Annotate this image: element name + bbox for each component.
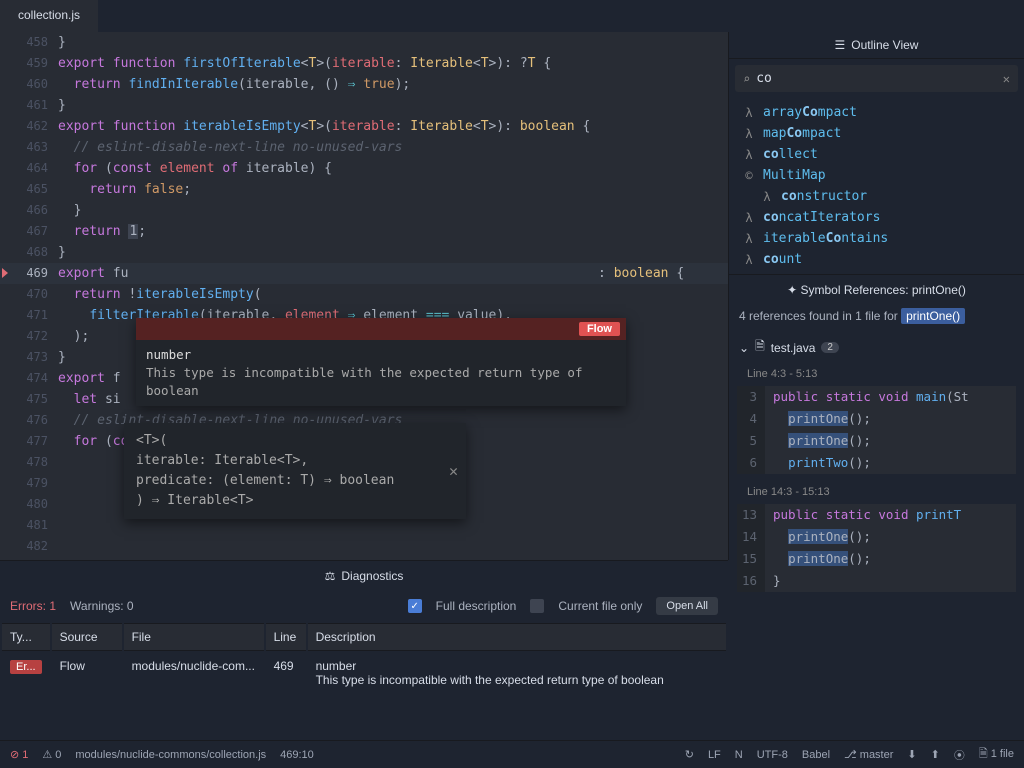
- status-encoding[interactable]: UTF-8: [757, 749, 788, 761]
- file-icon: 🗎: [755, 337, 765, 358]
- wand-icon: ✦: [787, 283, 797, 297]
- warnings-count[interactable]: Warnings: 0: [70, 599, 134, 613]
- refs-location[interactable]: Line 14:3 - 15:13: [729, 482, 1024, 502]
- pin-icon[interactable]: ⦿: [954, 747, 965, 763]
- status-errors[interactable]: ⊘ 1: [10, 748, 28, 761]
- refs-line[interactable]: 15 printOne();: [737, 548, 1016, 570]
- signature-hint: <T>( iterable: Iterable<T>, predicate: (…: [124, 423, 466, 519]
- outline-item[interactable]: λiterableContains: [729, 228, 1024, 249]
- open-all-button[interactable]: Open All: [656, 597, 718, 615]
- outline-item[interactable]: ©MultiMap: [729, 165, 1024, 186]
- git-branch[interactable]: ⎇ master: [844, 748, 893, 761]
- scales-icon: ⚖: [325, 569, 336, 583]
- status-n[interactable]: N: [735, 749, 743, 761]
- diagnostics-header: ⚖ Diagnostics: [0, 561, 728, 591]
- flyover-body: This type is incompatible with the expec…: [146, 364, 616, 400]
- close-icon[interactable]: ✕: [449, 461, 458, 481]
- search-icon: ⌕: [743, 72, 750, 86]
- flyover-title: number: [146, 346, 616, 364]
- refs-line[interactable]: 5 printOne();: [737, 430, 1016, 452]
- refs-line[interactable]: 14 printOne();: [737, 526, 1016, 548]
- table-row[interactable]: Er... Flow modules/nuclide-com... 469 nu…: [2, 653, 726, 693]
- outline-item[interactable]: λmapCompact: [729, 123, 1024, 144]
- refs-line[interactable]: 13public static void printT: [737, 504, 1016, 526]
- diagnostic-flyover: Flow number This type is incompatible wi…: [136, 318, 626, 406]
- fulldesc-checkbox[interactable]: ✓: [408, 599, 422, 613]
- errors-count[interactable]: Errors: 1: [10, 599, 56, 613]
- chevron-down-icon: ⌄: [739, 341, 749, 355]
- outline-search-input[interactable]: [750, 69, 1003, 88]
- clear-icon[interactable]: ✕: [1003, 72, 1010, 86]
- status-path[interactable]: modules/nuclide-commons/collection.js: [75, 749, 266, 761]
- refs-line[interactable]: 16}: [737, 570, 1016, 592]
- outline-item[interactable]: λcount: [729, 249, 1024, 270]
- outline-item[interactable]: λcollect: [729, 144, 1024, 165]
- curfile-checkbox[interactable]: [530, 599, 544, 613]
- outline-item[interactable]: λarrayCompact: [729, 102, 1024, 123]
- refs-line[interactable]: 4 printOne();: [737, 408, 1016, 430]
- refs-summary: 4 references found in 1 file for printOn…: [729, 305, 1024, 331]
- outline-header: ☰ Outline View: [729, 32, 1024, 59]
- status-bar: ⊘ 1 ⚠ 0 modules/nuclide-commons/collecti…: [0, 740, 1024, 768]
- file-count[interactable]: 🗎 1 file: [979, 745, 1014, 764]
- refresh-icon[interactable]: ↻: [685, 748, 694, 761]
- diagnostics-table: Ty... Source File Line Description Er...…: [0, 621, 728, 695]
- outline-item[interactable]: λconcatIterators: [729, 207, 1024, 228]
- refs-header: ✦ Symbol References: printOne(): [729, 275, 1024, 305]
- download-icon[interactable]: ⬇: [907, 748, 916, 761]
- status-warnings[interactable]: ⚠ 0: [42, 748, 61, 761]
- upload-icon[interactable]: ⬆: [931, 748, 940, 761]
- status-lang[interactable]: Babel: [802, 749, 830, 761]
- list-icon: ☰: [835, 38, 846, 52]
- flyover-badge: Flow: [579, 322, 620, 336]
- refs-line[interactable]: 3public static void main(St: [737, 386, 1016, 408]
- editor-tab[interactable]: collection.js: [0, 0, 98, 32]
- status-eol[interactable]: LF: [708, 749, 721, 761]
- diagnostics-panel: ⚖ Diagnostics Errors: 1 Warnings: 0 ✓ Fu…: [0, 560, 728, 740]
- refs-line[interactable]: 6 printTwo();: [737, 452, 1016, 474]
- outline-item[interactable]: λconstructor: [729, 186, 1024, 207]
- code-editor[interactable]: 4584594604614624634644654664674684694704…: [0, 32, 728, 560]
- outline-search[interactable]: ⌕ ✕: [735, 65, 1018, 92]
- status-cursor[interactable]: 469:10: [280, 749, 314, 761]
- refs-location[interactable]: Line 4:3 - 5:13: [729, 364, 1024, 384]
- refs-file[interactable]: ⌄ 🗎 test.java 2: [729, 331, 1024, 364]
